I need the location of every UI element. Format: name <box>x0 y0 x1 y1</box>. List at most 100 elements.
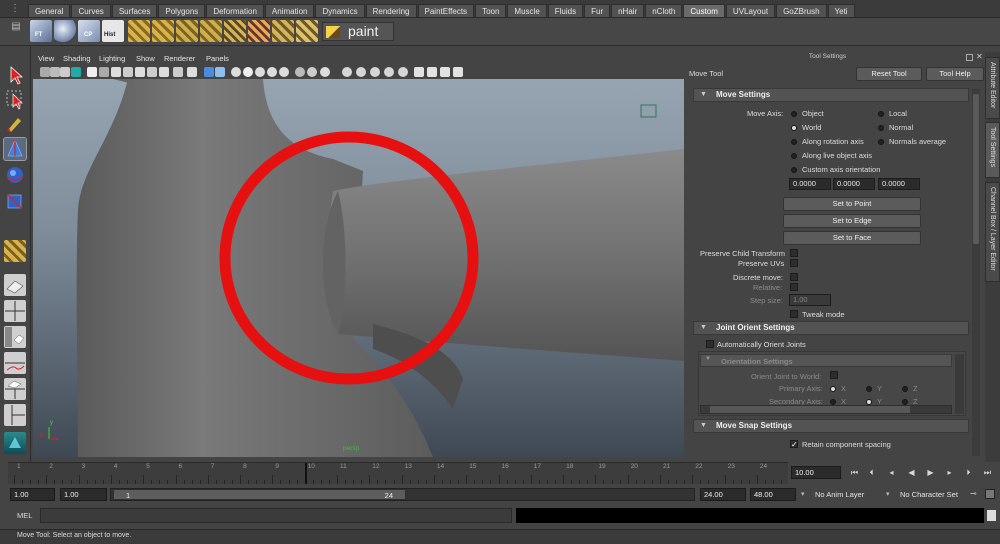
layout-graph-icon[interactable] <box>4 352 26 374</box>
isolate-select-icon[interactable] <box>279 67 289 77</box>
freeze-transform-icon[interactable]: FT <box>30 20 52 42</box>
retain-spacing-checkbox[interactable]: ✓ <box>790 440 798 449</box>
radio-world[interactable] <box>791 125 797 131</box>
step-back-key-icon[interactable]: ⏴ <box>865 467 878 479</box>
shelf-tab-fur[interactable]: Fur <box>584 4 611 17</box>
grid-icon[interactable] <box>99 67 109 77</box>
shelf-tab-nhair[interactable]: nHair <box>611 4 645 17</box>
panel-float-icon[interactable] <box>966 54 973 61</box>
radio-along-rotation-axis[interactable] <box>791 139 797 145</box>
go-to-end-icon[interactable]: ⏭ <box>981 467 994 479</box>
relative-checkbox[interactable] <box>790 283 798 291</box>
set-to-point-button[interactable]: Set to Point <box>783 197 921 211</box>
bookmark-icon[interactable] <box>71 67 81 77</box>
select-tool-icon[interactable] <box>4 64 26 86</box>
uv-tool-5-icon[interactable] <box>224 20 246 42</box>
move-tool-icon[interactable] <box>3 137 27 161</box>
tool-help-button[interactable]: Tool Help <box>926 67 984 81</box>
radio-normals-average[interactable] <box>878 139 884 145</box>
set-to-face-button[interactable]: Set to Face <box>783 231 921 245</box>
wireframe-icon[interactable] <box>187 67 197 77</box>
uv-tool-2-icon[interactable] <box>152 20 174 42</box>
current-time-indicator[interactable] <box>304 463 307 484</box>
channel-box-tab[interactable]: Channel Box / Layer Editor <box>985 182 1000 282</box>
uv-tool-1-icon[interactable] <box>128 20 150 42</box>
play-forward-icon[interactable]: ▶ <box>924 467 937 479</box>
camera-attributes-icon[interactable] <box>60 67 70 77</box>
default-lighting-icon[interactable] <box>215 67 225 77</box>
playback-end-field[interactable]: 24.00 <box>700 488 746 501</box>
key-icon[interactable]: ⊸ <box>970 489 977 498</box>
textured-icon[interactable] <box>255 67 265 77</box>
step-size-field[interactable]: 1.00 <box>789 294 831 306</box>
field-chart-icon[interactable] <box>147 67 157 77</box>
shelf-tab-gozbrush[interactable]: GoZBrush <box>776 4 827 17</box>
toggle-hud-icon[interactable] <box>453 67 463 77</box>
xray-components-icon[interactable] <box>320 67 330 77</box>
orientation-hscroll-thumb[interactable] <box>710 406 910 413</box>
layout-custom-icon[interactable] <box>4 432 26 454</box>
paint-select-tool-icon[interactable] <box>4 112 26 134</box>
shelf-grip-icon[interactable]: ⋮ <box>9 3 21 15</box>
anim-layer-dropdown-arrow-icon[interactable]: ▾ <box>801 490 805 498</box>
go-to-start-icon[interactable]: ⏮ <box>848 467 861 479</box>
viewport-3d[interactable]: y x persp <box>33 79 684 457</box>
primary-axis-x-radio[interactable] <box>830 386 836 392</box>
delete-history-icon[interactable]: Hist <box>102 20 124 42</box>
shelf-tab-toon[interactable]: Toon <box>475 4 507 17</box>
attribute-editor-tab[interactable]: Attribute Editor <box>985 57 1000 119</box>
film-gate-icon[interactable] <box>111 67 121 77</box>
current-frame-field[interactable]: 10.00 <box>791 466 841 479</box>
shadows-icon[interactable] <box>243 67 253 77</box>
menu-show[interactable]: Show <box>136 54 155 63</box>
joint-orient-header[interactable]: ▼ Joint Orient Settings <box>693 321 969 335</box>
shelf-tab-general[interactable]: General <box>28 4 71 17</box>
center-pivot-icon[interactable]: CP <box>78 20 100 42</box>
step-back-frame-icon[interactable]: ◂ <box>885 467 898 479</box>
uv-tool-7-icon[interactable] <box>272 20 294 42</box>
safe-title-icon[interactable] <box>173 67 183 77</box>
xray-joints-icon[interactable] <box>307 67 317 77</box>
shelf-tab-dynamics[interactable]: Dynamics <box>315 4 365 17</box>
playback-start-field[interactable]: 1.00 <box>60 488 107 501</box>
radio-normal[interactable] <box>878 125 884 131</box>
smooth-shade-icon[interactable] <box>204 67 214 77</box>
menu-panels[interactable]: Panels <box>206 54 229 63</box>
tweak-mode-checkbox[interactable] <box>790 310 798 318</box>
layout-split-icon[interactable] <box>4 404 26 426</box>
start-time-field[interactable]: 1.00 <box>10 488 55 501</box>
menu-renderer[interactable]: Renderer <box>164 54 195 63</box>
gate-mask-icon[interactable] <box>135 67 145 77</box>
select-camera-icon[interactable] <box>40 67 50 77</box>
shelf-tab-fluids[interactable]: Fluids <box>547 4 584 17</box>
play-backward-icon[interactable]: ◀ <box>905 467 918 479</box>
move-settings-header[interactable]: ▼ Move Settings <box>693 88 969 102</box>
rotate-tool-icon[interactable] <box>4 164 26 186</box>
preserve-uvs-checkbox[interactable] <box>790 259 798 267</box>
shelf-tab-rendering[interactable]: Rendering <box>365 4 417 17</box>
lock-camera-icon[interactable] <box>50 67 60 77</box>
last-tool-icon[interactable] <box>4 240 26 262</box>
radio-local[interactable] <box>878 111 884 117</box>
scale-tool-icon[interactable] <box>4 190 26 212</box>
shelf-tab-ncloth[interactable]: nCloth <box>645 4 683 17</box>
shelf-tab-surfaces[interactable]: Surfaces <box>111 4 158 17</box>
uv-tool-6-icon[interactable] <box>248 20 270 42</box>
center-pivot-sphere-icon[interactable] <box>54 20 76 42</box>
shelf-tab-muscle[interactable]: Muscle <box>507 4 547 17</box>
auto-orient-checkbox[interactable] <box>706 340 714 348</box>
isolate-icon[interactable] <box>384 67 394 77</box>
layout-single-icon[interactable] <box>4 274 26 296</box>
shelf-tab-polygons[interactable]: Polygons <box>158 4 206 17</box>
hide-selected-icon[interactable] <box>427 67 437 77</box>
step-forward-key-icon[interactable]: ⏵ <box>962 467 975 479</box>
anim-layer-dropdown[interactable]: No Anim Layer <box>815 488 865 501</box>
shelf-tab-animation[interactable]: Animation <box>264 4 315 17</box>
radio-object[interactable] <box>791 111 797 117</box>
xray-icon[interactable] <box>295 67 305 77</box>
radio-custom-axis-orientation[interactable] <box>791 167 797 173</box>
time-slider[interactable]: 1 2 3 4 5 6 7 8 9 10 11 12 13 14 15 16 17 18 19 20 21 22 23 24 <box>8 462 788 484</box>
menu-shading[interactable]: Shading <box>63 54 91 63</box>
uv-tool-8-icon[interactable] <box>296 20 318 42</box>
primary-axis-z-radio[interactable] <box>902 386 908 392</box>
